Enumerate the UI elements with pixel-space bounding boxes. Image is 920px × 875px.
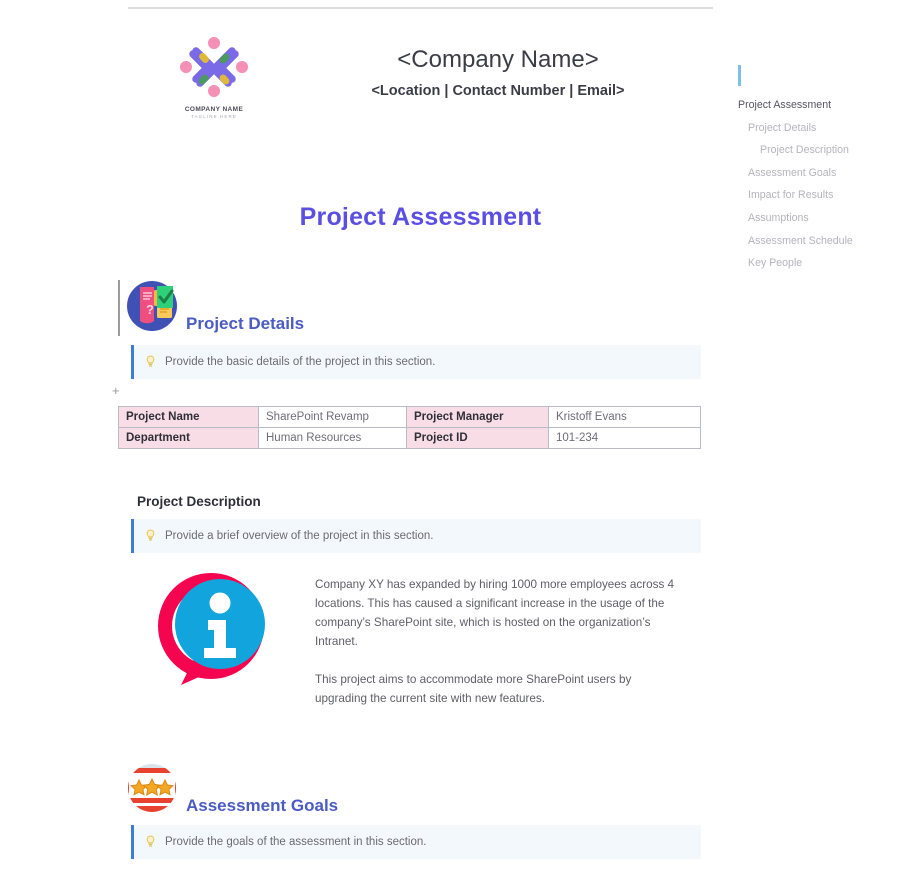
cell-label-department: Department (118, 427, 259, 449)
nav-item-assessment-schedule[interactable]: Assessment Schedule (730, 230, 916, 253)
top-divider-rule (128, 7, 713, 9)
cell-value-project-id[interactable]: 101-234 (548, 427, 701, 449)
hint-text-project-description: Provide a brief overview of the project … (165, 530, 434, 542)
subsection-title-project-description: Project Description (137, 494, 261, 509)
nav-active-cursor (738, 65, 741, 86)
document-page: COMPANY NAME TAGLINE HERE <Company Name>… (0, 0, 920, 875)
lightbulb-icon (146, 355, 155, 367)
section-heading-project-details: ? Project Details (118, 278, 418, 338)
hint-assessment-goals: Provide the goals of the assessment in t… (131, 825, 701, 859)
hint-text-project-details: Provide the basic details of the project… (165, 356, 436, 368)
section-heading-assessment-goals: Assessment Goals (118, 760, 418, 820)
paragraph-project-description-2: This project aims to accommodate more Sh… (315, 673, 632, 705)
letterhead: COMPANY NAME TAGLINE HERE <Company Name>… (128, 30, 713, 140)
svg-text:?: ? (146, 302, 154, 317)
three-stars-badge-icon (128, 764, 176, 812)
project-details-shield-icon: ? (127, 281, 177, 331)
project-details-table: Project Name SharePoint Revamp Project M… (118, 406, 701, 449)
company-name-placeholder: <Company Name> (397, 46, 599, 73)
table-add-handle[interactable]: + (112, 384, 120, 397)
nav-item-project-details[interactable]: Project Details (730, 117, 916, 140)
paragraph-project-description-1: Company XY has expanded by hiring 1000 m… (315, 578, 675, 648)
company-logo: COMPANY NAME TAGLINE HERE (166, 34, 262, 134)
company-contact-placeholder: <Location | Contact Number | Email> (371, 82, 625, 99)
company-pinwheel-logo-icon (180, 37, 248, 97)
cell-label-project-name: Project Name (118, 406, 259, 428)
nav-item-key-people[interactable]: Key People (730, 252, 916, 275)
nav-item-assessment-goals[interactable]: Assessment Goals (730, 162, 916, 185)
table-row: Department Human Resources Project ID 10… (118, 427, 701, 449)
company-info-block: <Company Name> <Location | Contact Numbe… (298, 46, 698, 99)
cell-label-project-manager: Project Manager (406, 406, 549, 428)
nav-item-project-description[interactable]: Project Description (730, 139, 916, 162)
hint-project-details: Provide the basic details of the project… (131, 345, 701, 379)
nav-item-impact-for-results[interactable]: Impact for Results (730, 184, 916, 207)
cell-value-project-manager[interactable]: Kristoff Evans (548, 406, 701, 428)
nav-item-assumptions[interactable]: Assumptions (730, 207, 916, 230)
section-title-project-details: Project Details (186, 314, 305, 333)
logo-company-name: COMPANY NAME (184, 106, 244, 113)
hint-text-assessment-goals: Provide the goals of the assessment in t… (165, 836, 427, 848)
cell-value-project-name[interactable]: SharePoint Revamp (258, 406, 407, 428)
cell-value-department[interactable]: Human Resources (258, 427, 407, 449)
cell-label-project-id: Project ID (406, 427, 549, 449)
revision-change-bar (118, 280, 120, 336)
nav-item-project-assessment[interactable]: Project Assessment (730, 94, 916, 117)
hint-project-description: Provide a brief overview of the project … (131, 519, 701, 553)
page-title: Project Assessment (299, 203, 542, 231)
section-title-assessment-goals: Assessment Goals (186, 796, 339, 815)
lightbulb-icon (146, 835, 155, 847)
navigation-heading-list[interactable]: Project Assessment Project Details Project… (730, 94, 916, 275)
logo-tagline: TAGLINE HERE (191, 114, 237, 119)
information-bubble-icon (148, 563, 274, 694)
lightbulb-icon (146, 529, 155, 541)
table-row: Project Name SharePoint Revamp Project M… (118, 406, 701, 428)
